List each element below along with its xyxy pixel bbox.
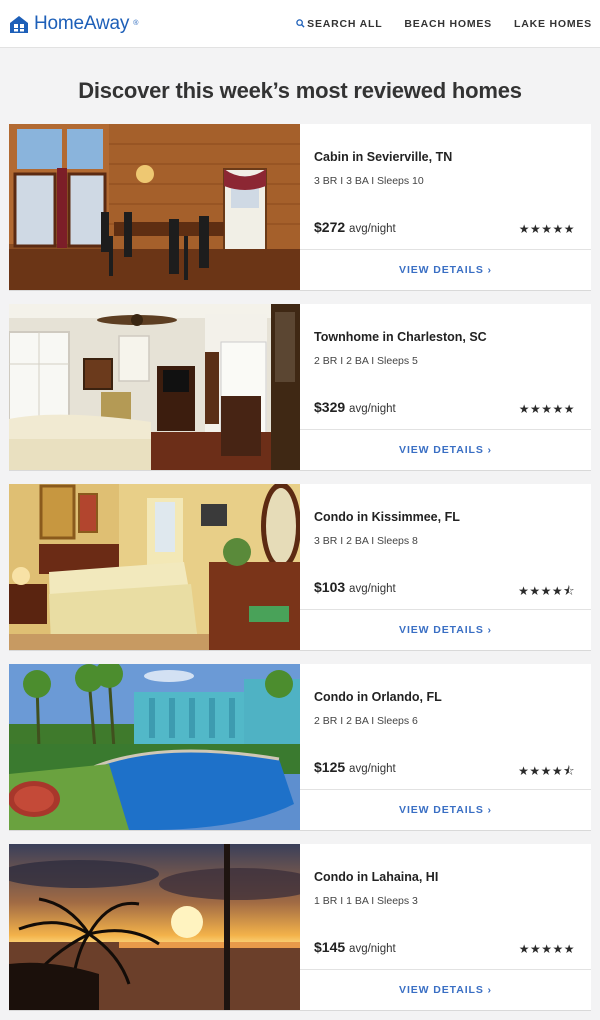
listing-price: $329 avg/night [314,399,396,415]
listing-title[interactable]: Condo in Lahaina, HI [314,870,438,884]
page-headline: Discover this week’s most reviewed homes [78,78,522,103]
price-unit: avg/night [349,583,396,595]
view-details-link[interactable]: VIEW DETAILS › [300,610,591,650]
logo-trademark: ® [133,20,139,27]
listing-specs: 3 BR I 2 BA I Sleeps 8 [314,535,418,547]
star-rating: ★★★★★ [518,402,575,416]
search-icon [296,19,305,28]
listing-info: Condo in Kissimmee, FL 3 BR I 2 BA I Sle… [300,484,591,650]
star-rating: ★★★★⯪ [518,584,575,598]
logo-text: HomeAway [34,12,130,34]
price-value: $145 [314,939,346,955]
nav-beach-homes[interactable]: BEACH HOMES [404,18,492,30]
nav-search-all[interactable]: SEARCH ALL [296,18,382,30]
price-unit: avg/night [349,763,396,775]
star-rating: ★★★★★ [518,222,575,236]
top-nav: SEARCH ALL BEACH HOMES LAKE HOMES [296,18,592,30]
listing-card: Cabin in Sevierville, TN 3 BR I 3 BA I S… [9,124,591,291]
card-bottom-border [9,470,591,471]
star-rating: ★★★★★ [518,942,575,956]
listing-title[interactable]: Condo in Kissimmee, FL [314,510,460,524]
view-details-link[interactable]: VIEW DETAILS › [300,250,591,290]
card-bottom-border [9,830,591,831]
price-value: $329 [314,399,346,415]
listing-card: Condo in Lahaina, HI 1 BR I 1 BA I Sleep… [9,844,591,1011]
price-value: $103 [314,579,346,595]
listing-price: $145 avg/night [314,939,396,955]
listing-specs: 2 BR I 2 BA I Sleeps 6 [314,715,418,727]
listing-card: Townhome in Charleston, SC 2 BR I 2 BA I… [9,304,591,471]
listing-price: $103 avg/night [314,579,396,595]
view-details-link[interactable]: VIEW DETAILS › [300,790,591,830]
listing-list: Cabin in Sevierville, TN 3 BR I 3 BA I S… [0,124,600,1011]
listing-specs: 3 BR I 3 BA I Sleeps 10 [314,175,424,187]
listing-photo[interactable] [9,844,300,1010]
listing-specs: 2 BR I 2 BA I Sleeps 5 [314,355,418,367]
listing-card: Condo in Kissimmee, FL 3 BR I 2 BA I Sle… [9,484,591,651]
listing-title[interactable]: Townhome in Charleston, SC [314,330,487,344]
listing-card: Condo in Orlando, FL 2 BR I 2 BA I Sleep… [9,664,591,831]
price-value: $125 [314,759,346,775]
card-bottom-border [9,1010,591,1011]
listing-info: Townhome in Charleston, SC 2 BR I 2 BA I… [300,304,591,470]
townhome-bedroom-photo [9,304,300,470]
listing-title[interactable]: Cabin in Sevierville, TN [314,150,452,164]
listing-photo[interactable] [9,304,300,470]
resort-pool-photo [9,664,300,830]
nav-lake-homes-label: LAKE HOMES [513,17,592,30]
nav-lake-homes[interactable]: LAKE HOMES [514,18,592,30]
price-unit: avg/night [349,943,396,955]
card-bottom-border [9,650,591,651]
cabin-dining-photo [9,124,300,290]
price-unit: avg/night [349,403,396,415]
view-details-link[interactable]: VIEW DETAILS › [300,430,591,470]
price-unit: avg/night [349,223,396,235]
condo-bedroom-photo [9,484,300,650]
listing-info: Condo in Orlando, FL 2 BR I 2 BA I Sleep… [300,664,591,830]
listing-info: Condo in Lahaina, HI 1 BR I 1 BA I Sleep… [300,844,591,1010]
listing-title[interactable]: Condo in Orlando, FL [314,690,442,704]
house-logo-icon [10,15,28,33]
top-header: HomeAway ® SEARCH ALL BEACH HOMES LAKE HO… [0,0,600,48]
card-bottom-border [9,290,591,291]
listing-photo[interactable] [9,484,300,650]
listing-price: $125 avg/night [314,759,396,775]
listing-photo[interactable] [9,124,300,290]
listing-specs: 1 BR I 1 BA I Sleeps 3 [314,895,418,907]
price-value: $272 [314,219,346,235]
nav-search-all-label: SEARCH ALL [307,17,383,30]
listing-info: Cabin in Sevierville, TN 3 BR I 3 BA I S… [300,124,591,290]
view-details-link[interactable]: VIEW DETAILS › [300,970,591,1010]
listing-price: $272 avg/night [314,219,396,235]
homeaway-logo[interactable]: HomeAway ® [8,13,138,35]
star-rating: ★★★★⯪ [518,764,575,778]
listing-photo[interactable] [9,664,300,830]
sunset-palms-photo [9,844,300,1010]
nav-beach-homes-label: BEACH HOMES [404,17,492,30]
